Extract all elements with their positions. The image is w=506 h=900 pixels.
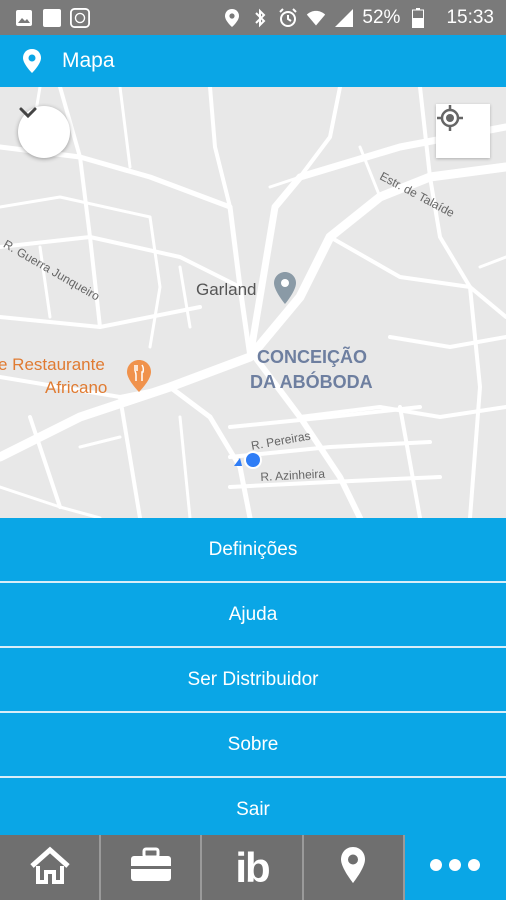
- home-icon: [29, 846, 71, 889]
- square-app-icon: [42, 8, 62, 28]
- nav-ib-button[interactable]: ib: [202, 835, 304, 900]
- app-bar: Mapa: [0, 35, 506, 87]
- battery-icon: [408, 7, 428, 28]
- map-pin-icon: [339, 846, 367, 889]
- collapse-map-button[interactable]: [18, 106, 70, 158]
- app-logo-icon: [70, 7, 90, 28]
- nav-briefcase-button[interactable]: [101, 835, 203, 900]
- ib-logo: ib: [235, 843, 270, 891]
- menu-item-sair[interactable]: Sair: [0, 778, 506, 842]
- area-label: DA ABÓBODA: [250, 372, 373, 392]
- nav-more-button[interactable]: [404, 835, 506, 900]
- restaurant-label: e Restaurante: [0, 355, 105, 374]
- signal-icon: [334, 8, 354, 28]
- menu-item-ser-distribuidor[interactable]: Ser Distribuidor: [0, 648, 506, 713]
- wifi-icon: [306, 8, 326, 28]
- poi-label: Garland: [196, 280, 257, 299]
- menu-item-definicoes[interactable]: Definições: [0, 518, 506, 583]
- restaurant-label: Africano: [45, 378, 108, 397]
- menu-item-sobre[interactable]: Sobre: [0, 713, 506, 778]
- clock: 15:33: [446, 6, 494, 28]
- overflow-menu: Definições Ajuda Ser Distribuidor Sobre …: [0, 518, 506, 842]
- battery-level: 52%: [362, 6, 401, 28]
- briefcase-icon: [129, 847, 173, 888]
- bottom-nav: ib: [0, 835, 506, 900]
- map-pin-icon: [21, 48, 43, 74]
- alarm-icon: [278, 7, 298, 28]
- image-icon: [14, 8, 34, 28]
- location-icon: [222, 8, 242, 28]
- bluetooth-icon: [250, 8, 270, 28]
- nav-home-button[interactable]: [0, 835, 102, 900]
- more-icon: [429, 858, 481, 877]
- status-bar: 52% 15:33: [0, 0, 506, 35]
- page-title: Mapa: [62, 49, 115, 72]
- my-location-button[interactable]: [436, 104, 490, 158]
- map-view[interactable]: R. Guerra Junqueiro Estr. de Talaíde R. …: [0, 87, 506, 518]
- menu-item-ajuda[interactable]: Ajuda: [0, 583, 506, 648]
- nav-map-button[interactable]: [304, 835, 405, 900]
- area-label: CONCEIÇÃO: [257, 347, 368, 367]
